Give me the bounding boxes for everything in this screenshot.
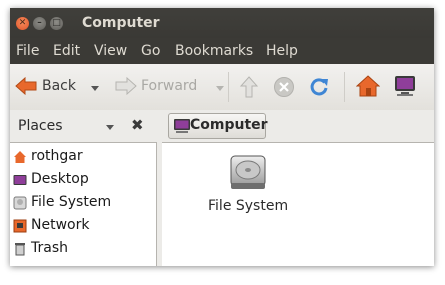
breadcrumb-computer-button[interactable]: Computer (168, 113, 268, 139)
sidebar-item-file-system[interactable]: File System (10, 192, 156, 214)
breadcrumb-label: Computer (190, 117, 268, 133)
minimize-window-button[interactable]: – (33, 17, 46, 30)
toolbar-separator (344, 72, 345, 102)
file-view: File System (162, 142, 434, 266)
menu-bookmarks[interactable]: Bookmarks (175, 43, 253, 59)
close-sidebar-icon[interactable]: ✖ (131, 116, 144, 134)
computer-icon (174, 119, 190, 133)
menu-edit[interactable]: Edit (53, 43, 80, 59)
sidebar-mode-dropdown-icon[interactable] (106, 125, 114, 130)
network-icon (13, 219, 27, 233)
sidebar-item-label: rothgar (31, 148, 83, 164)
location-bar: Places ✖ Computer (10, 110, 434, 142)
places-header: Places (18, 118, 63, 134)
sidebar-item-label: Trash (31, 240, 68, 256)
forward-history-dropdown-icon[interactable] (216, 86, 224, 91)
sidebar-item-label: File System (31, 194, 112, 210)
places-sidebar: rothgar Desktop File System Network Tras… (10, 142, 157, 266)
close-window-button[interactable]: ✕ (16, 17, 29, 30)
title-bar[interactable]: ✕ – □ Computer (10, 8, 434, 38)
forward-button[interactable]: Forward (114, 72, 226, 100)
file-system-item[interactable]: File System (200, 151, 296, 221)
sidebar-item-trash[interactable]: Trash (10, 238, 156, 260)
toolbar: Back Forward (10, 64, 434, 111)
home-icon[interactable] (356, 74, 380, 98)
up-arrow-icon[interactable] (240, 76, 258, 98)
drive-icon (13, 196, 27, 210)
back-history-dropdown-icon[interactable] (91, 86, 99, 91)
computer-icon[interactable] (393, 74, 417, 98)
menu-view[interactable]: View (94, 43, 127, 59)
hard-disk-icon (230, 155, 266, 189)
forward-arrow-icon (115, 77, 137, 95)
desktop-icon (13, 175, 27, 185)
home-folder-icon (14, 151, 26, 163)
back-label: Back (42, 78, 76, 94)
item-label: File System (208, 198, 289, 214)
file-manager-window: ✕ – □ Computer File Edit View Go Bookmar… (10, 8, 434, 266)
sidebar-item-rothgar[interactable]: rothgar (10, 146, 156, 168)
menu-help[interactable]: Help (266, 43, 298, 59)
forward-label: Forward (141, 78, 198, 94)
menu-go[interactable]: Go (141, 43, 160, 59)
sidebar-item-label: Desktop (31, 171, 89, 187)
menu-file[interactable]: File (16, 43, 39, 59)
reload-icon[interactable] (308, 76, 330, 98)
menu-bar: File Edit View Go Bookmarks Help (10, 38, 434, 64)
sidebar-item-desktop[interactable]: Desktop (10, 169, 156, 191)
trash-icon (15, 243, 25, 256)
toolbar-separator (228, 72, 229, 102)
sidebar-item-label: Network (31, 217, 90, 233)
window-title: Computer (82, 15, 160, 31)
stop-icon[interactable] (273, 76, 295, 98)
sidebar-item-network[interactable]: Network (10, 215, 156, 237)
back-button[interactable]: Back (14, 72, 112, 100)
maximize-window-button[interactable]: □ (50, 17, 63, 30)
back-arrow-icon (15, 77, 37, 95)
